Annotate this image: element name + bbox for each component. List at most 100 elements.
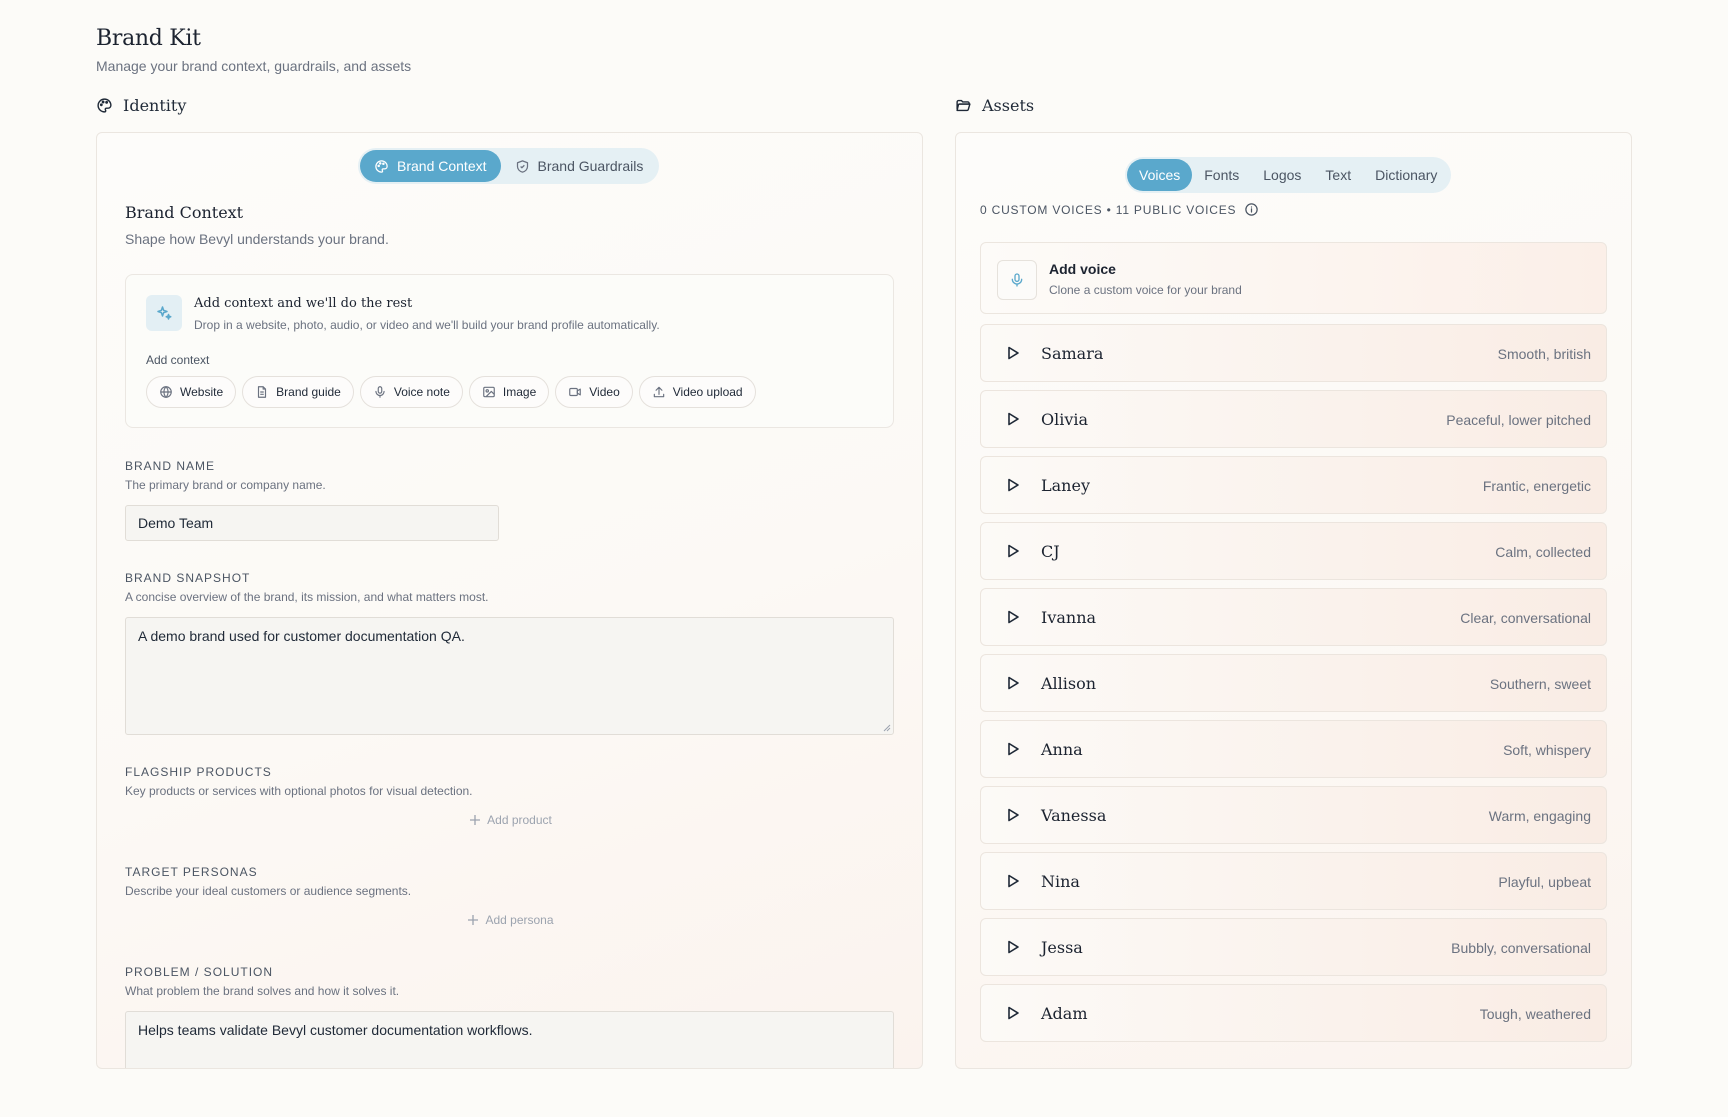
add-product-button[interactable]: Add product (97, 813, 922, 827)
brand-context-subtitle: Shape how Bevyl understands your brand. (125, 231, 389, 247)
context-chips: Website Brand guide Voice note Image Vid… (146, 376, 756, 408)
add-context-subtitle: Drop in a website, photo, audio, or vide… (194, 318, 660, 332)
shield-icon (516, 159, 528, 173)
voice-name: Samara (1041, 344, 1104, 363)
voice-row[interactable]: Nina Playful, upbeat (980, 852, 1607, 910)
assets-section-title: Assets (982, 96, 1035, 115)
play-icon[interactable] (1005, 741, 1021, 757)
chip-label: Brand guide (276, 385, 341, 399)
tab-label: Brand Guardrails (537, 158, 644, 174)
voice-description: Bubbly, conversational (1451, 940, 1591, 956)
plus-icon (468, 915, 479, 925)
add-context-label: Add context (146, 353, 210, 367)
voice-description: Playful, upbeat (1498, 874, 1591, 890)
voice-description: Soft, whispery (1503, 742, 1591, 758)
brand-name-help: The primary brand or company name. (125, 478, 326, 492)
voice-note-chip[interactable]: Voice note (359, 376, 463, 408)
play-icon[interactable] (1005, 939, 1021, 955)
add-voice-card[interactable]: Add voice Clone a custom voice for your … (980, 242, 1607, 314)
voice-row[interactable]: Samara Smooth, british (980, 324, 1607, 382)
video-upload-chip[interactable]: Video upload (638, 376, 756, 408)
target-personas-label: TARGET PERSONAS (125, 865, 258, 879)
voice-description: Smooth, british (1497, 346, 1591, 362)
tab-logos[interactable]: Logos (1251, 159, 1313, 191)
video-icon (569, 387, 582, 397)
voice-description: Peaceful, lower pitched (1446, 412, 1591, 428)
voice-row[interactable]: Ivanna Clear, conversational (980, 588, 1607, 646)
voice-name: Laney (1041, 476, 1090, 495)
tab-voices[interactable]: Voices (1127, 159, 1193, 191)
identity-section-header: Identity (96, 96, 186, 115)
microphone-icon (997, 260, 1037, 300)
tab-text[interactable]: Text (1313, 159, 1363, 191)
chip-label: Video upload (672, 385, 743, 399)
flagship-products-help: Key products or services with optional p… (125, 784, 473, 798)
play-icon[interactable] (1005, 1005, 1021, 1021)
voice-name: Adam (1041, 1004, 1088, 1023)
flagship-products-label: FLAGSHIP PRODUCTS (125, 765, 272, 779)
tab-brand-guardrails[interactable]: Brand Guardrails (501, 150, 658, 182)
page-title: Brand Kit (96, 26, 201, 51)
voice-description: Frantic, energetic (1482, 478, 1591, 494)
voice-row[interactable]: Adam Tough, weathered (980, 984, 1607, 1042)
problem-solution-textarea[interactable]: Helps teams validate Bevyl customer docu… (125, 1011, 894, 1068)
play-icon[interactable] (1005, 675, 1021, 691)
chip-label: Website (180, 385, 224, 399)
play-icon[interactable] (1005, 345, 1021, 361)
brand-guide-chip[interactable]: Brand guide (242, 376, 354, 408)
identity-section-title: Identity (123, 96, 187, 115)
play-icon[interactable] (1005, 807, 1021, 823)
play-icon[interactable] (1005, 543, 1021, 559)
microphone-icon (375, 386, 385, 398)
sparkle-icon (146, 295, 182, 331)
image-icon (483, 386, 495, 398)
target-personas-help: Describe your ideal customers or audienc… (125, 884, 412, 898)
page-subtitle: Manage your brand context, guardrails, a… (96, 58, 412, 74)
website-chip[interactable]: Website (146, 376, 237, 408)
image-chip[interactable]: Image (468, 376, 550, 408)
globe-icon (160, 385, 172, 399)
plus-icon (470, 815, 481, 825)
info-icon[interactable] (1244, 202, 1259, 217)
voice-row[interactable]: CJ Calm, collected (980, 522, 1607, 580)
voice-name: Ivanna (1041, 608, 1097, 627)
assets-panel: Voices Fonts Logos Text Dictionary 0 CUS… (955, 132, 1632, 1069)
voice-description: Warm, engaging (1488, 808, 1591, 824)
add-persona-button[interactable]: Add persona (97, 913, 922, 927)
chip-label: Image (502, 385, 537, 399)
play-icon[interactable] (1005, 477, 1021, 493)
voice-row[interactable]: Vanessa Warm, engaging (980, 786, 1607, 844)
voice-row[interactable]: Anna Soft, whispery (980, 720, 1607, 778)
add-voice-subtitle: Clone a custom voice for your brand (1049, 283, 1242, 297)
palette-icon (375, 159, 388, 173)
voice-name: Nina (1041, 872, 1080, 891)
voice-row[interactable]: Laney Frantic, energetic (980, 456, 1607, 514)
tab-label: Brand Context (397, 158, 487, 174)
voice-description: Tough, weathered (1479, 1006, 1591, 1022)
tab-fonts[interactable]: Fonts (1192, 159, 1251, 191)
voice-name: Olivia (1041, 410, 1089, 429)
brand-snapshot-textarea[interactable]: A demo brand used for customer documenta… (125, 617, 894, 735)
tab-dictionary[interactable]: Dictionary (1363, 159, 1449, 191)
document-icon (258, 386, 267, 398)
brand-snapshot-value: A demo brand used for customer documenta… (138, 628, 465, 644)
voice-row[interactable]: Jessa Bubbly, conversational (980, 918, 1607, 976)
resize-handle-icon[interactable] (883, 724, 891, 732)
voice-name: Anna (1041, 740, 1083, 759)
voice-row[interactable]: Allison Southern, sweet (980, 654, 1607, 712)
play-icon[interactable] (1005, 411, 1021, 427)
add-context-title: Add context and we'll do the rest (194, 296, 413, 311)
brand-name-input[interactable]: Demo Team (125, 505, 499, 541)
tab-brand-context[interactable]: Brand Context (360, 150, 501, 182)
voice-description: Calm, collected (1495, 544, 1591, 560)
assets-tabs: Voices Fonts Logos Text Dictionary (1125, 157, 1452, 193)
chip-label: Voice note (393, 385, 450, 399)
video-chip[interactable]: Video (555, 376, 633, 408)
brand-name-label: BRAND NAME (125, 459, 216, 473)
play-icon[interactable] (1005, 873, 1021, 889)
play-icon[interactable] (1005, 609, 1021, 625)
palette-icon (97, 98, 112, 113)
voice-name: Vanessa (1041, 806, 1107, 825)
assets-section-header: Assets (955, 96, 1034, 115)
voice-row[interactable]: Olivia Peaceful, lower pitched (980, 390, 1607, 448)
